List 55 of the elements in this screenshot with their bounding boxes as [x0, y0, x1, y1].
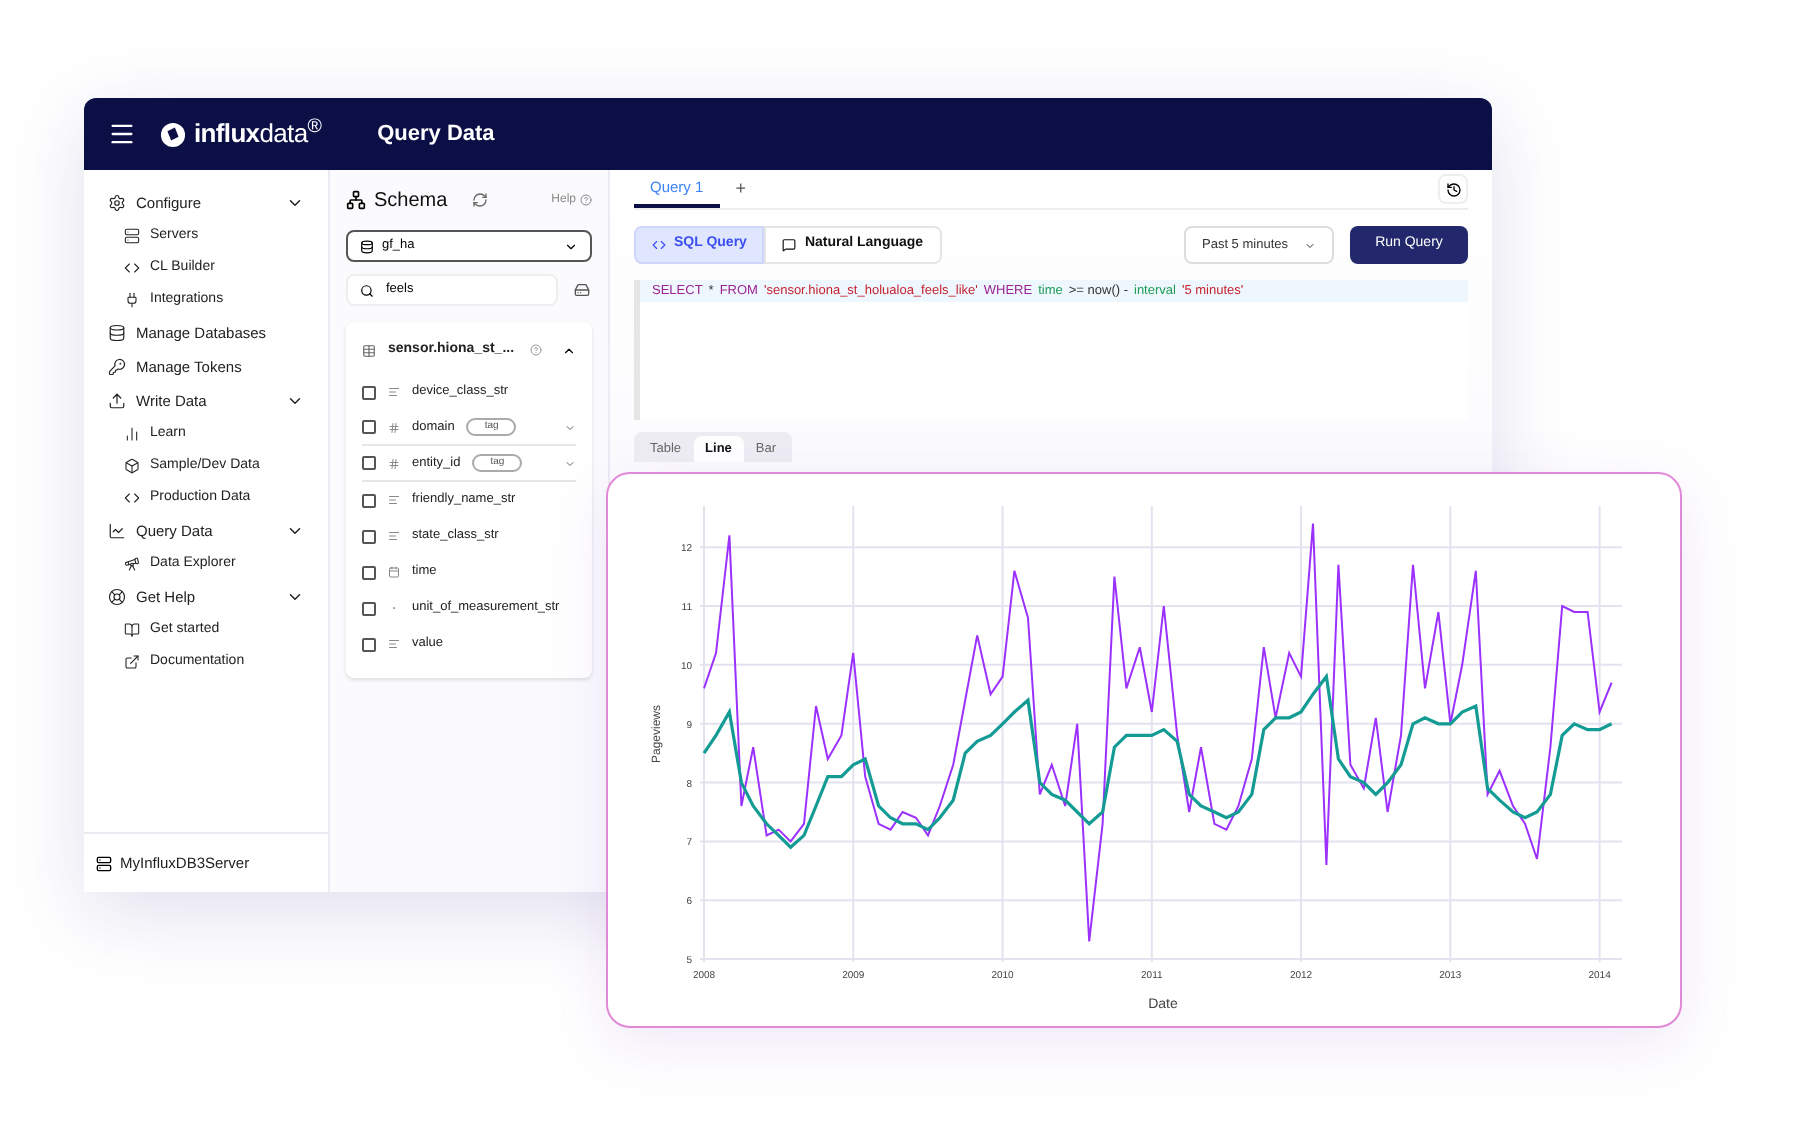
caret-icon [564, 239, 578, 253]
code-icon [652, 238, 666, 252]
chevron-down-icon[interactable] [286, 392, 304, 410]
field-checkbox[interactable] [362, 493, 376, 507]
history-button[interactable] [1438, 174, 1468, 204]
page-title: Query Data [377, 119, 495, 150]
nav-icon [108, 588, 126, 606]
help-icon [580, 194, 592, 206]
nav-icon [108, 522, 126, 540]
table-icon [362, 343, 376, 357]
add-tab-button[interactable]: + [735, 175, 746, 203]
field-type-icon [388, 494, 400, 506]
field-checkbox[interactable] [362, 601, 376, 615]
field-type-icon [388, 386, 400, 398]
nav-icon [124, 490, 140, 506]
nav-icon [108, 324, 126, 342]
nav-icon [108, 194, 126, 212]
schema-title: Schema [374, 187, 448, 215]
field-checkbox[interactable] [362, 637, 376, 651]
brand-logo: influxdata$^{®}$ [194, 114, 322, 153]
server-icon [96, 855, 112, 871]
refresh-icon[interactable] [471, 192, 488, 208]
nav-icon [124, 260, 140, 276]
field-checkbox[interactable] [362, 456, 376, 470]
chevron-up-icon[interactable] [562, 343, 576, 357]
field-type-icon [388, 638, 400, 650]
nav-icon [124, 292, 140, 308]
history-icon [1445, 181, 1461, 197]
schema-icon [346, 190, 366, 210]
field-checkbox[interactable] [362, 565, 376, 579]
nav-icon [108, 358, 126, 376]
field-type-icon [388, 421, 400, 433]
nav-icon [124, 622, 140, 638]
drive-icon[interactable] [574, 282, 590, 298]
field-checkbox[interactable] [362, 420, 376, 434]
chevron-down-icon[interactable] [286, 522, 304, 540]
nav-icon [124, 654, 140, 670]
field-checkbox[interactable] [362, 529, 376, 543]
nav-icon [124, 228, 140, 244]
field-type-icon [388, 457, 400, 469]
nav-icon [108, 392, 126, 410]
caret-icon [1304, 239, 1316, 251]
chevron-down-icon[interactable] [286, 588, 304, 606]
menu-icon[interactable] [108, 120, 136, 148]
search-icon [360, 283, 374, 297]
chat-icon [782, 238, 797, 252]
chevron-down-icon[interactable] [286, 194, 304, 212]
field-type-icon [388, 566, 400, 578]
nav-icon [124, 458, 140, 474]
field-type-icon [388, 530, 400, 542]
nav-icon [124, 426, 140, 442]
logo-icon [160, 121, 186, 147]
field-checkbox[interactable] [362, 385, 376, 399]
database-icon [360, 239, 374, 253]
nav-icon [124, 556, 140, 572]
